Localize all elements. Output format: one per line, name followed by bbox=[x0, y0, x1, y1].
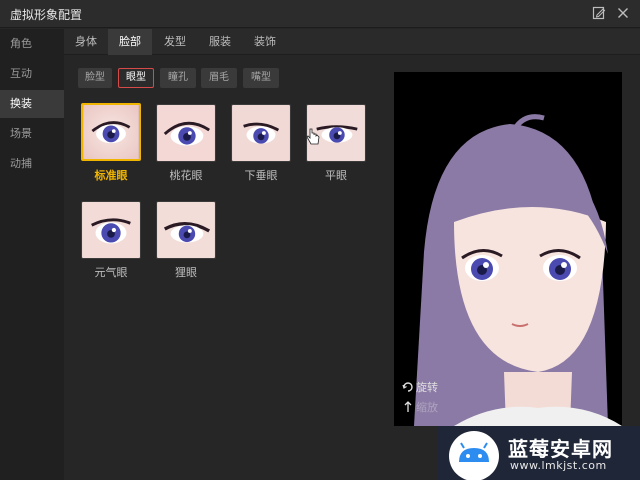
zoom-label: 缩放 bbox=[416, 401, 438, 414]
title-bar: 虚拟形象配置 bbox=[0, 0, 640, 28]
tab-clothing[interactable]: 服装 bbox=[198, 29, 242, 55]
eye-option-standard[interactable] bbox=[81, 103, 141, 161]
eye-option-energetic[interactable] bbox=[81, 201, 141, 259]
subtab-mouth-shape[interactable]: 嘴型 bbox=[243, 68, 279, 88]
subtab-eyebrow[interactable]: 眉毛 bbox=[201, 68, 237, 88]
sidebar: 角色 互动 换装 场景 动捕 bbox=[0, 29, 64, 480]
tab-face[interactable]: 脸部 bbox=[108, 29, 152, 55]
window-title: 虚拟形象配置 bbox=[10, 8, 83, 22]
eye-option-label: 元气眼 bbox=[94, 266, 128, 279]
eye-option-peach-blossom[interactable] bbox=[156, 104, 216, 162]
subtab-face-shape[interactable]: 脸型 bbox=[78, 68, 112, 88]
sidebar-item-motion-capture[interactable]: 动捕 bbox=[0, 150, 64, 178]
hand-cursor-icon bbox=[305, 127, 321, 147]
watermark-name: 蓝莓安卓网 bbox=[508, 437, 613, 461]
eye-option-raccoon[interactable] bbox=[156, 201, 216, 259]
sidebar-item-dress-up[interactable]: 换装 bbox=[0, 90, 64, 118]
rotate-label: 旋转 bbox=[416, 381, 438, 394]
sidebar-item-interaction[interactable]: 互动 bbox=[0, 60, 64, 88]
rotate-icon[interactable] bbox=[402, 381, 414, 393]
tab-hairstyle[interactable]: 发型 bbox=[153, 29, 197, 55]
close-icon[interactable] bbox=[615, 5, 631, 21]
zoom-icon[interactable] bbox=[402, 401, 414, 413]
eye-option-label: 桃花眼 bbox=[169, 169, 203, 182]
category-tabs: 身体 脸部 发型 服装 装饰 bbox=[64, 29, 640, 55]
avatar-preview[interactable] bbox=[394, 72, 622, 426]
subtab-pupil[interactable]: 瞳孔 bbox=[160, 68, 196, 88]
sidebar-item-role[interactable]: 角色 bbox=[0, 30, 64, 58]
sidebar-item-scene[interactable]: 场景 bbox=[0, 120, 64, 148]
eye-option-label: 狸眼 bbox=[175, 266, 197, 279]
tab-body[interactable]: 身体 bbox=[64, 29, 108, 55]
eye-option-label: 下垂眼 bbox=[244, 169, 278, 182]
eye-option-label: 平眼 bbox=[325, 169, 347, 182]
tab-accessories[interactable]: 装饰 bbox=[243, 29, 287, 55]
eye-option-label: 标准眼 bbox=[94, 169, 128, 182]
edit-icon[interactable] bbox=[591, 5, 607, 21]
eye-option-droopy[interactable] bbox=[231, 104, 291, 162]
subtab-eye-shape[interactable]: 眼型 bbox=[118, 68, 154, 88]
watermark-url: www.lmkjst.com bbox=[510, 459, 607, 472]
